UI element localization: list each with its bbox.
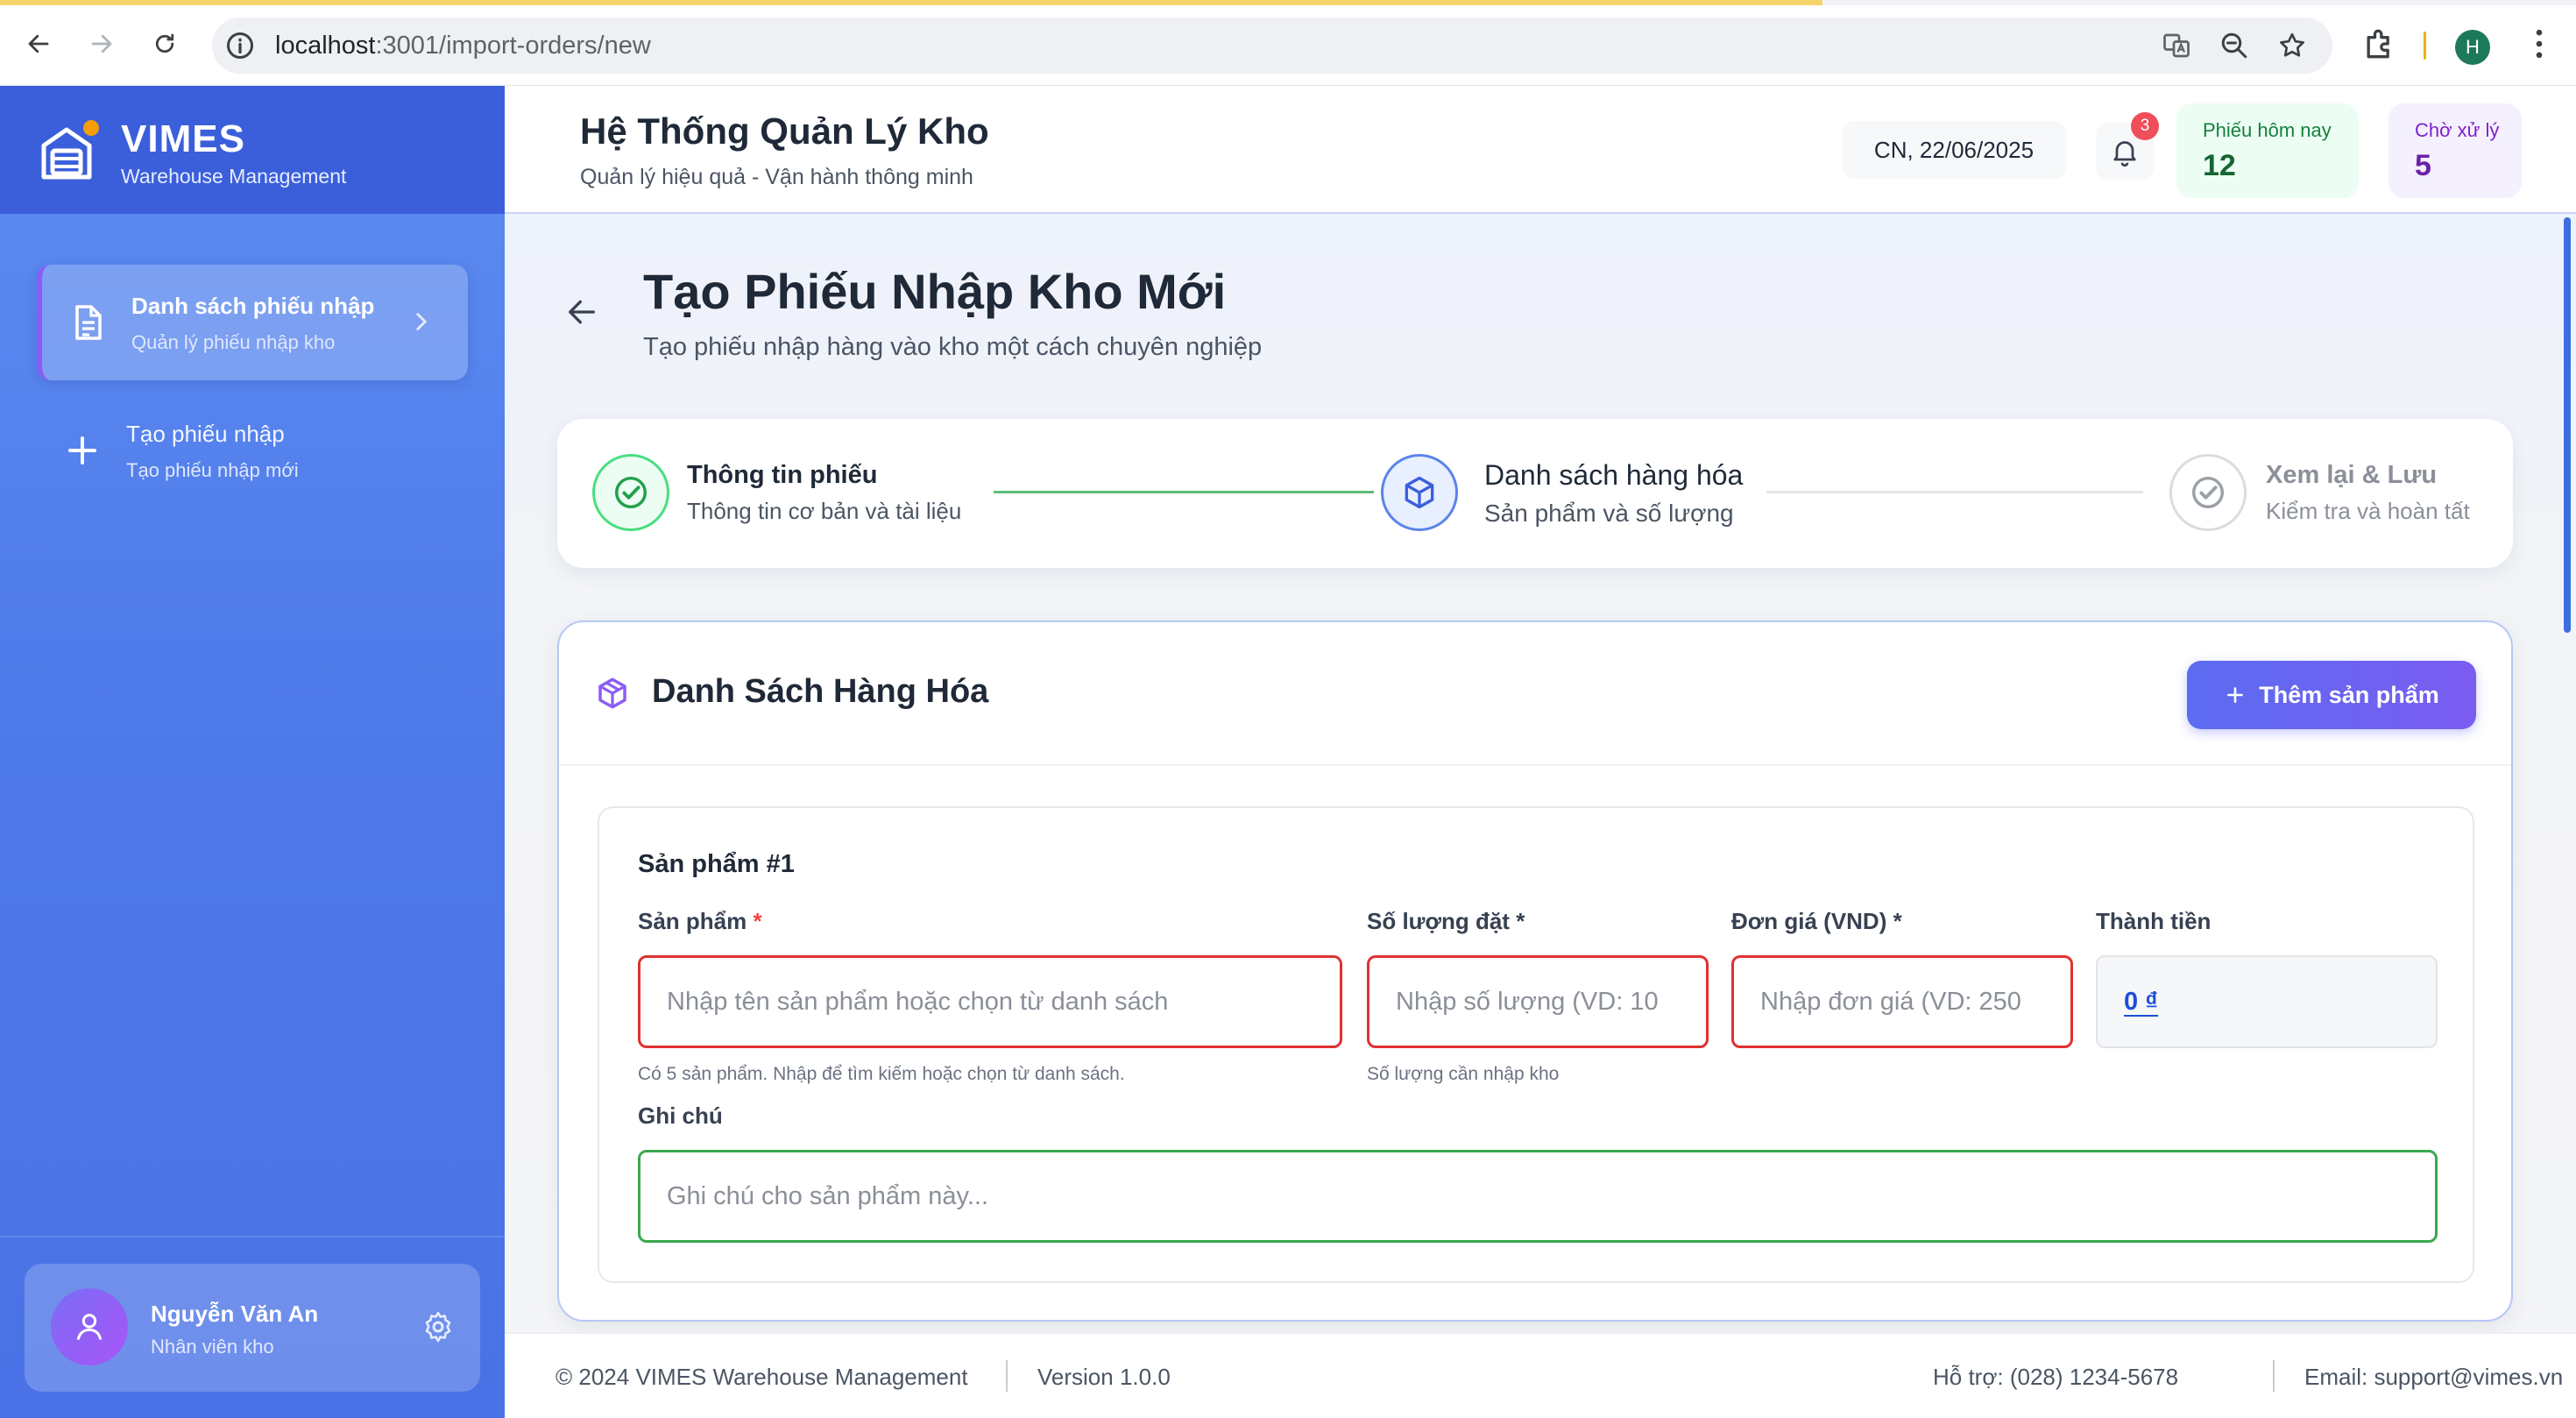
profile-avatar[interactable]: H (2455, 30, 2490, 65)
site-info-icon[interactable] (224, 30, 256, 61)
user-role: Nhân viên kho (151, 1336, 274, 1358)
brand-name: VIMES (121, 117, 245, 160)
step-current-indicator (1381, 454, 1458, 531)
footer: © 2024 VIMES Warehouse Management Versio… (505, 1332, 2576, 1418)
zoom-icon[interactable] (2219, 30, 2250, 61)
step-title: Xem lại & Lưu (2266, 461, 2438, 489)
product-row: Sản phẩm #1 Sản phẩm * Nhập tên sản phẩm… (598, 806, 2474, 1283)
chevron-right-icon (416, 313, 427, 330)
bell-icon (2113, 141, 2136, 167)
price-field-label: Đơn giá (VND) * (1731, 908, 1902, 934)
avatar (51, 1288, 128, 1365)
sidebar-item-label: Danh sách phiếu nhập (131, 293, 375, 319)
product-input[interactable]: Nhập tên sản phẩm hoặc chọn từ danh sách (638, 955, 1342, 1048)
stat-value: 12 (2203, 149, 2236, 182)
extensions-icon[interactable] (2360, 25, 2399, 63)
box-icon (1405, 476, 1434, 509)
sidebar-item-label: Tạo phiếu nhập (126, 421, 285, 447)
note-input[interactable]: Ghi chú cho sản phẩm này... (638, 1150, 2438, 1243)
step-subtitle: Sản phẩm và số lượng (1484, 500, 1734, 527)
copyright-text: © 2024 VIMES Warehouse Management (556, 1364, 968, 1390)
user-card[interactable]: Nguyễn Văn An Nhân viên kho (25, 1264, 480, 1392)
brand-subtitle: Warehouse Management (121, 165, 347, 188)
sidebar-divider (0, 1236, 505, 1237)
stat-label: Phiếu hôm nay (2203, 119, 2332, 141)
sidebar-item-import-list[interactable]: Danh sách phiếu nhập Quản lý phiếu nhập … (37, 265, 468, 380)
product-field-label: Sản phẩm * (638, 908, 762, 934)
sidebar-item-sub: Tạo phiếu nhập mới (126, 459, 299, 481)
step-connector-pending (1766, 491, 2143, 493)
version-text: Version 1.0.0 (1037, 1364, 1171, 1390)
user-name: Nguyễn Văn An (151, 1301, 319, 1327)
browser-toolbar: localhost:3001/import-orders/new H (0, 5, 2576, 86)
toolbar-divider (2424, 32, 2426, 60)
document-icon (75, 305, 102, 340)
gear-icon[interactable] (421, 1309, 456, 1344)
step-title: Danh sách hàng hóa (1484, 459, 1744, 491)
quantity-input[interactable]: Nhập số lượng (VD: 10 (1367, 955, 1709, 1048)
check-circle-icon (2191, 476, 2225, 509)
product-title: Sản phẩm #1 (638, 850, 795, 878)
note-field-label: Ghi chú (638, 1102, 723, 1129)
support-phone: Hỗ trợ: (028) 1234-5678 (1933, 1364, 2179, 1390)
quantity-help-text: Số lượng cần nhập kho (1367, 1064, 1560, 1084)
system-subtitle: Quản lý hiệu quả - Vận hành thông minh (580, 165, 973, 189)
step-pending-indicator (2169, 454, 2247, 531)
page-subtitle: Tạo phiếu nhập hàng vào kho một cách chu… (643, 333, 1263, 361)
card-header: Danh Sách Hàng Hóa Thêm sản phẩm (559, 622, 2511, 766)
reload-icon[interactable] (144, 23, 186, 65)
plus-icon (68, 436, 96, 464)
notification-count-badge: 3 (2131, 112, 2159, 140)
top-header: Hệ Thống Quản Lý Kho Quản lý hiệu quả - … (505, 86, 2576, 214)
card-title: Danh Sách Hàng Hóa (652, 673, 989, 710)
add-product-button[interactable]: Thêm sản phẩm (2187, 661, 2476, 729)
stat-today-vouchers: Phiếu hôm nay 12 (2176, 103, 2359, 198)
stat-pending: Chờ xử lý 5 (2388, 103, 2522, 198)
step-done-indicator (592, 454, 669, 531)
url-text[interactable]: localhost:3001/import-orders/new (275, 32, 651, 60)
more-menu-icon[interactable] (2520, 25, 2558, 63)
box-icon (598, 677, 626, 709)
stat-value: 5 (2415, 149, 2431, 182)
plus-icon (2227, 687, 2244, 703)
quantity-field-label: Số lượng đặt * (1367, 908, 1525, 934)
page-title: Tạo Phiếu Nhập Kho Mới (643, 264, 1227, 319)
back-arrow-icon[interactable] (18, 23, 60, 65)
progress-stepper: Thông tin phiếu Thông tin cơ bản và tài … (557, 419, 2513, 568)
sidebar: VIMES Warehouse Management Danh sách phi… (0, 86, 505, 1418)
total-value: 0 ₫ (2096, 955, 2438, 1048)
user-icon (77, 1314, 102, 1340)
price-input[interactable]: Nhập đơn giá (VD: 250 (1731, 955, 2073, 1048)
sidebar-item-create-import[interactable]: Tạo phiếu nhập Tạo phiếu nhập mới (37, 393, 468, 508)
footer-divider (1006, 1360, 1008, 1392)
translate-icon[interactable] (2161, 30, 2192, 61)
address-bar[interactable]: localhost:3001/import-orders/new (212, 18, 2332, 74)
brand-header: VIMES Warehouse Management (0, 86, 505, 214)
stat-label: Chờ xử lý (2415, 119, 2500, 141)
goods-list-card: Danh Sách Hàng Hóa Thêm sản phẩm Sản phẩ… (557, 620, 2513, 1322)
support-email[interactable]: Email: support@vimes.vn (2304, 1364, 2563, 1391)
footer-divider (2273, 1360, 2275, 1392)
step-connector-done (994, 491, 1374, 493)
back-arrow-icon[interactable] (564, 294, 599, 330)
step-subtitle: Kiểm tra và hoàn tất (2266, 498, 2470, 524)
bookmark-star-icon[interactable] (2276, 30, 2308, 61)
check-circle-icon (614, 476, 648, 509)
step-subtitle: Thông tin cơ bản và tài liệu (687, 498, 962, 524)
total-field-label: Thành tiền (2096, 908, 2212, 934)
forward-arrow-icon[interactable] (81, 23, 123, 65)
product-help-text: Có 5 sản phẩm. Nhập để tìm kiếm hoặc chọ… (638, 1064, 1125, 1084)
step-title: Thông tin phiếu (687, 461, 878, 489)
system-title: Hệ Thống Quản Lý Kho (580, 110, 989, 152)
warehouse-logo-icon (41, 120, 99, 180)
add-product-label: Thêm sản phẩm (2259, 681, 2439, 708)
scrollbar[interactable] (2564, 217, 2571, 633)
date-display: CN, 22/06/2025 (1842, 121, 2066, 179)
sidebar-item-sub: Quản lý phiếu nhập kho (131, 331, 336, 353)
